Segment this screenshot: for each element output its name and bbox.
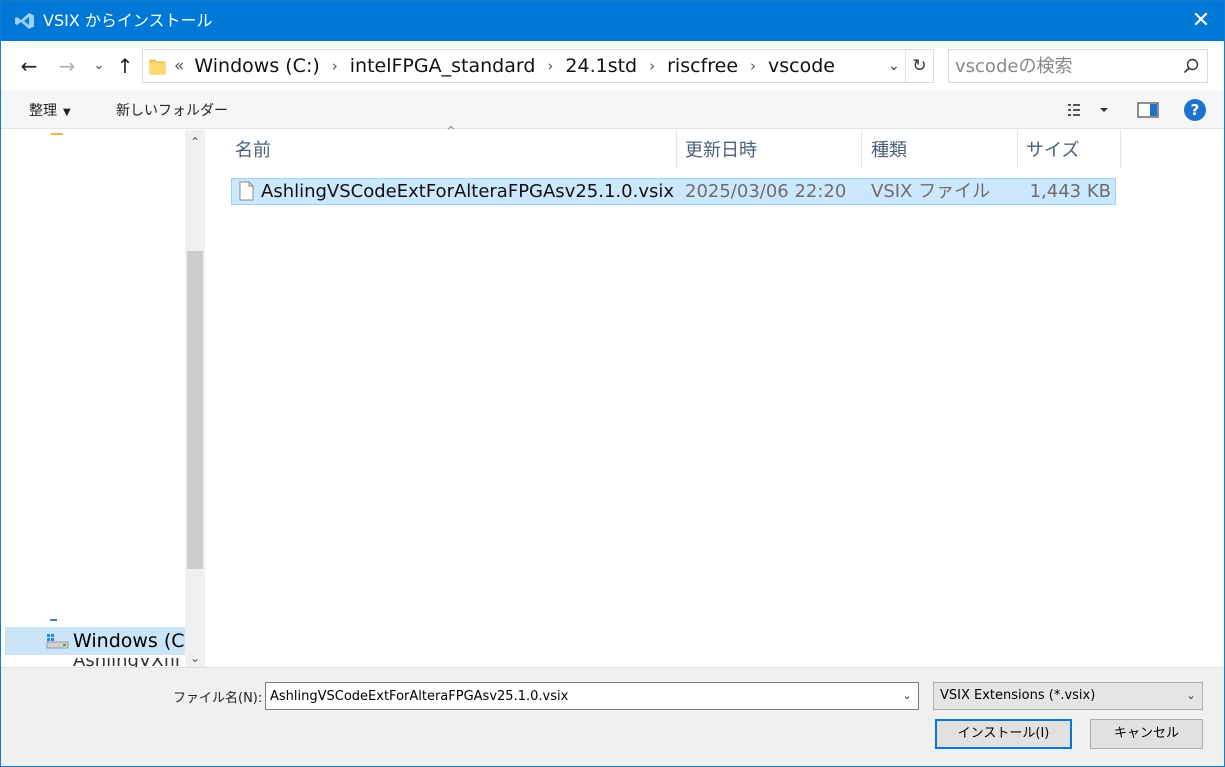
navigation-pane: Windows (C:) AshlingVXfil ⌃ ⌄ <box>1 130 206 667</box>
sidebar-item-label: AshlingVXfil <box>73 658 180 667</box>
breadcrumb-item[interactable]: riscfree <box>667 55 738 77</box>
breadcrumb-separator-icon[interactable]: › <box>649 57 655 75</box>
preview-pane-icon[interactable] <box>1137 100 1159 120</box>
file-name: AshlingVSCodeExtForAlteraFPGAsv25.1.0.vs… <box>261 181 674 202</box>
file-type-filter-select[interactable]: VSIX Extensions (*.vsix) ⌄ <box>933 682 1203 710</box>
file-list: ^ 名前 更新日時 種類 サイズ AshlingVSCodeExtForAlte… <box>206 124 1224 667</box>
column-header-name[interactable]: 名前 <box>235 130 271 170</box>
sidebar-scrollbar[interactable]: ⌃ ⌄ <box>185 130 205 667</box>
address-history-chevron-icon[interactable]: ⌄ <box>883 50 905 82</box>
search-box <box>948 49 1208 83</box>
drive-icon-fragment <box>50 619 57 621</box>
file-type-filter-value: VSIX Extensions (*.vsix) <box>940 688 1096 703</box>
view-options-icon[interactable] <box>1067 100 1111 120</box>
column-divider[interactable] <box>676 130 677 168</box>
search-icon[interactable] <box>1183 58 1199 74</box>
install-button[interactable]: インストール(I) <box>935 719 1072 749</box>
breadcrumb-separator-icon[interactable]: › <box>547 57 553 75</box>
file-type: VSIX ファイル <box>871 181 991 202</box>
breadcrumb-overflow-icon[interactable]: « <box>174 56 184 76</box>
help-icon[interactable]: ? <box>1184 99 1206 121</box>
breadcrumb-item[interactable]: Windows (C:) <box>194 55 319 77</box>
drive-icon <box>46 634 69 649</box>
breadcrumb-separator-icon[interactable]: › <box>750 57 756 75</box>
organize-label: 整理 <box>29 103 57 119</box>
folder-icon <box>149 59 166 75</box>
file-size: 1,443 KB <box>1029 181 1111 202</box>
breadcrumb-separator-icon[interactable]: › <box>332 57 338 75</box>
dialog-footer: ファイル名(N): ⌄ VSIX Extensions (*.vsix) ⌄ イ… <box>1 667 1224 766</box>
recent-locations-chevron-icon[interactable]: ⌄ <box>87 54 111 78</box>
sort-ascending-icon: ^ <box>446 124 457 138</box>
command-bar: 整理 ▼ 新しいフォルダー ? <box>1 91 1224 129</box>
column-divider[interactable] <box>1017 130 1018 168</box>
address-row: ← → ⌄ ↑ « Windows (C:) › intelFPGA_stand… <box>1 41 1224 91</box>
up-arrow-icon[interactable]: ↑ <box>113 54 137 78</box>
file-icon <box>239 181 254 201</box>
column-header-date[interactable]: 更新日時 <box>685 130 757 170</box>
column-divider[interactable] <box>861 130 862 168</box>
chevron-down-icon: ⌄ <box>1186 689 1196 702</box>
sidebar-item-windows-drive[interactable]: Windows (C:) <box>5 627 185 655</box>
address-bar[interactable]: « Windows (C:) › intelFPGA_standard › 24… <box>142 49 934 83</box>
column-header-size[interactable]: サイズ <box>1026 130 1079 170</box>
title-bar: VSIX からインストール ✕ <box>1 1 1224 41</box>
vscode-app-icon <box>15 13 34 29</box>
refresh-icon[interactable]: ↻ <box>905 50 933 82</box>
back-arrow-icon[interactable]: ← <box>17 54 41 78</box>
sidebar-item-partial[interactable]: AshlingVXfil <box>5 658 185 667</box>
breadcrumb: « Windows (C:) › intelFPGA_standard › 24… <box>174 50 835 82</box>
search-input[interactable] <box>955 53 1165 79</box>
forward-arrow-icon[interactable]: → <box>55 54 79 78</box>
scroll-up-icon[interactable]: ⌃ <box>185 132 205 152</box>
scrollbar-thumb[interactable] <box>187 251 203 569</box>
file-date: 2025/03/06 22:20 <box>685 181 847 202</box>
breadcrumb-item[interactable]: vscode <box>768 55 835 77</box>
breadcrumb-item[interactable]: intelFPGA_standard <box>350 55 536 77</box>
column-divider[interactable] <box>1120 130 1121 168</box>
table-row[interactable]: AshlingVSCodeExtForAlteraFPGAsv25.1.0.vs… <box>231 178 1116 205</box>
cancel-button[interactable]: キャンセル <box>1090 719 1203 749</box>
folder-icon-fragment <box>51 133 63 135</box>
filename-label: ファイル名(N): <box>173 691 263 706</box>
caret-down-icon: ▼ <box>63 107 71 118</box>
breadcrumb-item[interactable]: 24.1std <box>565 55 637 77</box>
new-folder-button[interactable]: 新しいフォルダー <box>116 100 228 120</box>
organize-button[interactable]: 整理 ▼ <box>29 100 71 120</box>
scroll-down-icon[interactable]: ⌄ <box>185 648 205 668</box>
install-vsix-dialog: VSIX からインストール ✕ ← → ⌄ ↑ « Windows (C:) ›… <box>0 0 1225 767</box>
window-title: VSIX からインストール <box>43 11 213 30</box>
sidebar-item-label: Windows (C:) <box>73 630 185 652</box>
filename-history-chevron-icon[interactable]: ⌄ <box>896 683 918 709</box>
column-header-type[interactable]: 種類 <box>871 130 907 170</box>
close-icon[interactable]: ✕ <box>1178 1 1224 41</box>
filename-combobox: ⌄ <box>265 682 919 710</box>
filename-input[interactable] <box>270 686 890 706</box>
